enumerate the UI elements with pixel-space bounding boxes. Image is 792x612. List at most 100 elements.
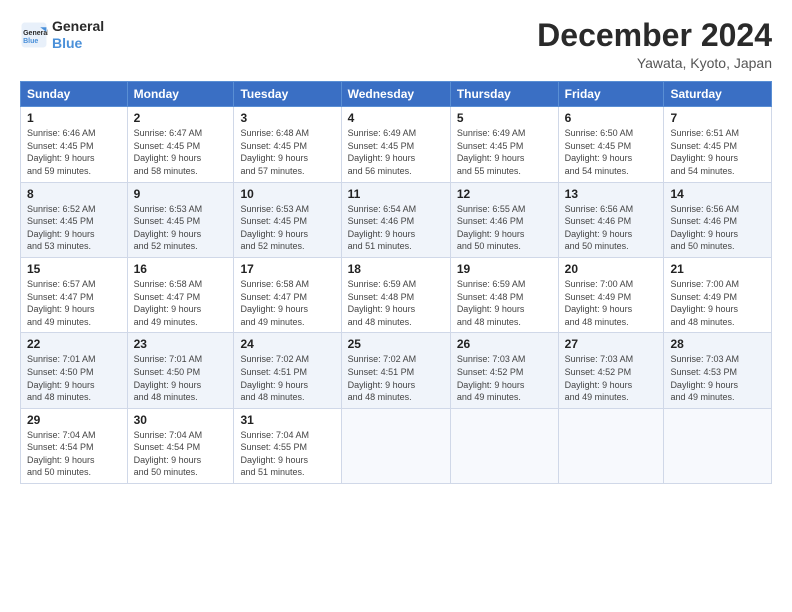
day-info: Sunrise: 6:51 AM Sunset: 4:45 PM Dayligh… (670, 127, 765, 177)
calendar-week-5: 29 Sunrise: 7:04 AM Sunset: 4:54 PM Dayl… (21, 408, 772, 483)
day-number: 31 (240, 413, 334, 427)
day-number: 14 (670, 187, 765, 201)
calendar-cell: 24 Sunrise: 7:02 AM Sunset: 4:51 PM Dayl… (234, 333, 341, 408)
day-number: 1 (27, 111, 121, 125)
col-saturday: Saturday (664, 82, 772, 107)
calendar-cell: 18 Sunrise: 6:59 AM Sunset: 4:48 PM Dayl… (341, 257, 450, 332)
calendar-cell: 12 Sunrise: 6:55 AM Sunset: 4:46 PM Dayl… (450, 182, 558, 257)
header: General Blue General Blue December 2024 … (20, 18, 772, 71)
day-number: 27 (565, 337, 658, 351)
day-number: 29 (27, 413, 121, 427)
day-number: 22 (27, 337, 121, 351)
calendar-cell: 22 Sunrise: 7:01 AM Sunset: 4:50 PM Dayl… (21, 333, 128, 408)
day-info: Sunrise: 6:57 AM Sunset: 4:47 PM Dayligh… (27, 278, 121, 328)
col-wednesday: Wednesday (341, 82, 450, 107)
day-info: Sunrise: 7:02 AM Sunset: 4:51 PM Dayligh… (240, 353, 334, 403)
calendar-cell: 14 Sunrise: 6:56 AM Sunset: 4:46 PM Dayl… (664, 182, 772, 257)
calendar-cell (558, 408, 664, 483)
day-number: 21 (670, 262, 765, 276)
location: Yawata, Kyoto, Japan (537, 55, 772, 71)
day-info: Sunrise: 7:02 AM Sunset: 4:51 PM Dayligh… (348, 353, 444, 403)
day-number: 13 (565, 187, 658, 201)
calendar-cell (341, 408, 450, 483)
calendar-cell: 19 Sunrise: 6:59 AM Sunset: 4:48 PM Dayl… (450, 257, 558, 332)
calendar-cell: 27 Sunrise: 7:03 AM Sunset: 4:52 PM Dayl… (558, 333, 664, 408)
calendar-cell: 4 Sunrise: 6:49 AM Sunset: 4:45 PM Dayli… (341, 107, 450, 182)
day-number: 17 (240, 262, 334, 276)
col-monday: Monday (127, 82, 234, 107)
day-number: 3 (240, 111, 334, 125)
day-number: 24 (240, 337, 334, 351)
day-info: Sunrise: 7:01 AM Sunset: 4:50 PM Dayligh… (134, 353, 228, 403)
day-info: Sunrise: 6:56 AM Sunset: 4:46 PM Dayligh… (670, 203, 765, 253)
day-info: Sunrise: 6:58 AM Sunset: 4:47 PM Dayligh… (240, 278, 334, 328)
calendar-cell: 23 Sunrise: 7:01 AM Sunset: 4:50 PM Dayl… (127, 333, 234, 408)
svg-text:Blue: Blue (23, 38, 38, 45)
day-info: Sunrise: 7:04 AM Sunset: 4:54 PM Dayligh… (27, 429, 121, 479)
calendar-cell: 6 Sunrise: 6:50 AM Sunset: 4:45 PM Dayli… (558, 107, 664, 182)
day-info: Sunrise: 6:54 AM Sunset: 4:46 PM Dayligh… (348, 203, 444, 253)
day-number: 20 (565, 262, 658, 276)
day-number: 26 (457, 337, 552, 351)
day-number: 30 (134, 413, 228, 427)
calendar-cell: 11 Sunrise: 6:54 AM Sunset: 4:46 PM Dayl… (341, 182, 450, 257)
page: General Blue General Blue December 2024 … (0, 0, 792, 612)
title-section: December 2024 Yawata, Kyoto, Japan (537, 18, 772, 71)
calendar-cell: 31 Sunrise: 7:04 AM Sunset: 4:55 PM Dayl… (234, 408, 341, 483)
calendar-cell: 20 Sunrise: 7:00 AM Sunset: 4:49 PM Dayl… (558, 257, 664, 332)
month-title: December 2024 (537, 18, 772, 53)
day-number: 23 (134, 337, 228, 351)
day-number: 9 (134, 187, 228, 201)
day-info: Sunrise: 6:53 AM Sunset: 4:45 PM Dayligh… (240, 203, 334, 253)
day-info: Sunrise: 7:03 AM Sunset: 4:52 PM Dayligh… (457, 353, 552, 403)
day-info: Sunrise: 6:53 AM Sunset: 4:45 PM Dayligh… (134, 203, 228, 253)
day-info: Sunrise: 7:00 AM Sunset: 4:49 PM Dayligh… (565, 278, 658, 328)
calendar-cell: 7 Sunrise: 6:51 AM Sunset: 4:45 PM Dayli… (664, 107, 772, 182)
day-number: 5 (457, 111, 552, 125)
calendar-header-row: Sunday Monday Tuesday Wednesday Thursday… (21, 82, 772, 107)
day-info: Sunrise: 6:50 AM Sunset: 4:45 PM Dayligh… (565, 127, 658, 177)
day-number: 4 (348, 111, 444, 125)
calendar-cell: 15 Sunrise: 6:57 AM Sunset: 4:47 PM Dayl… (21, 257, 128, 332)
day-number: 28 (670, 337, 765, 351)
day-info: Sunrise: 6:59 AM Sunset: 4:48 PM Dayligh… (348, 278, 444, 328)
day-number: 16 (134, 262, 228, 276)
day-number: 10 (240, 187, 334, 201)
day-info: Sunrise: 6:52 AM Sunset: 4:45 PM Dayligh… (27, 203, 121, 253)
calendar-cell: 10 Sunrise: 6:53 AM Sunset: 4:45 PM Dayl… (234, 182, 341, 257)
calendar-week-1: 1 Sunrise: 6:46 AM Sunset: 4:45 PM Dayli… (21, 107, 772, 182)
calendar-cell: 13 Sunrise: 6:56 AM Sunset: 4:46 PM Dayl… (558, 182, 664, 257)
col-sunday: Sunday (21, 82, 128, 107)
day-info: Sunrise: 6:49 AM Sunset: 4:45 PM Dayligh… (457, 127, 552, 177)
day-number: 6 (565, 111, 658, 125)
calendar-cell: 28 Sunrise: 7:03 AM Sunset: 4:53 PM Dayl… (664, 333, 772, 408)
day-number: 15 (27, 262, 121, 276)
day-info: Sunrise: 7:04 AM Sunset: 4:55 PM Dayligh… (240, 429, 334, 479)
calendar-cell: 25 Sunrise: 7:02 AM Sunset: 4:51 PM Dayl… (341, 333, 450, 408)
day-number: 11 (348, 187, 444, 201)
day-number: 2 (134, 111, 228, 125)
logo-text: General Blue (52, 18, 104, 52)
day-info: Sunrise: 6:55 AM Sunset: 4:46 PM Dayligh… (457, 203, 552, 253)
calendar-cell: 8 Sunrise: 6:52 AM Sunset: 4:45 PM Dayli… (21, 182, 128, 257)
calendar-cell: 9 Sunrise: 6:53 AM Sunset: 4:45 PM Dayli… (127, 182, 234, 257)
day-number: 8 (27, 187, 121, 201)
col-tuesday: Tuesday (234, 82, 341, 107)
calendar-cell: 21 Sunrise: 7:00 AM Sunset: 4:49 PM Dayl… (664, 257, 772, 332)
calendar-cell: 2 Sunrise: 6:47 AM Sunset: 4:45 PM Dayli… (127, 107, 234, 182)
day-info: Sunrise: 6:47 AM Sunset: 4:45 PM Dayligh… (134, 127, 228, 177)
day-info: Sunrise: 6:58 AM Sunset: 4:47 PM Dayligh… (134, 278, 228, 328)
calendar: Sunday Monday Tuesday Wednesday Thursday… (20, 81, 772, 484)
calendar-cell: 16 Sunrise: 6:58 AM Sunset: 4:47 PM Dayl… (127, 257, 234, 332)
day-info: Sunrise: 7:04 AM Sunset: 4:54 PM Dayligh… (134, 429, 228, 479)
day-number: 18 (348, 262, 444, 276)
calendar-cell: 30 Sunrise: 7:04 AM Sunset: 4:54 PM Dayl… (127, 408, 234, 483)
calendar-cell: 3 Sunrise: 6:48 AM Sunset: 4:45 PM Dayli… (234, 107, 341, 182)
day-number: 25 (348, 337, 444, 351)
calendar-week-2: 8 Sunrise: 6:52 AM Sunset: 4:45 PM Dayli… (21, 182, 772, 257)
col-thursday: Thursday (450, 82, 558, 107)
logo: General Blue General Blue (20, 18, 104, 52)
day-info: Sunrise: 6:59 AM Sunset: 4:48 PM Dayligh… (457, 278, 552, 328)
day-info: Sunrise: 6:49 AM Sunset: 4:45 PM Dayligh… (348, 127, 444, 177)
day-info: Sunrise: 7:00 AM Sunset: 4:49 PM Dayligh… (670, 278, 765, 328)
